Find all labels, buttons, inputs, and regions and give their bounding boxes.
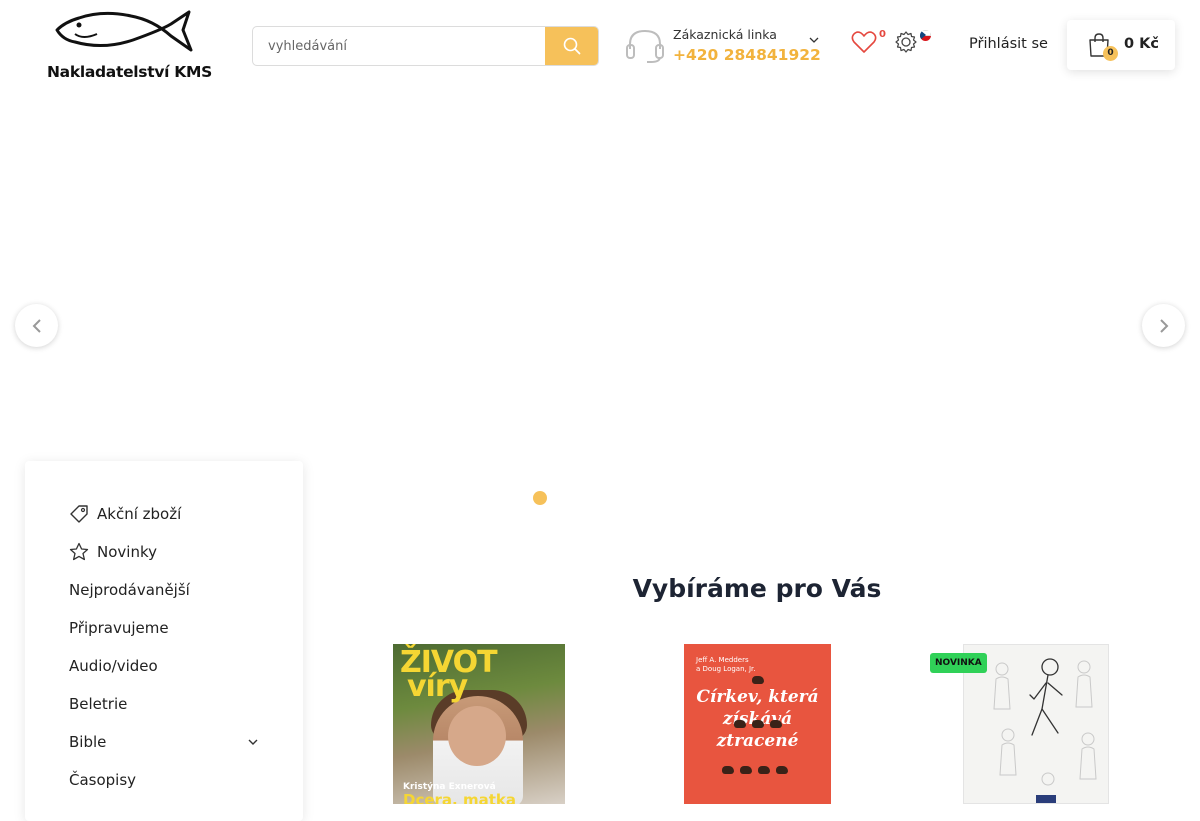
slider-next-button[interactable] — [1142, 304, 1185, 347]
gear-icon — [895, 31, 917, 53]
settings-button[interactable] — [894, 30, 934, 60]
logo-text: Nakladatelství KMS — [47, 63, 212, 81]
headset-icon — [626, 29, 664, 63]
star-icon — [69, 542, 89, 562]
sheep-illustration — [758, 766, 770, 774]
section-title: Vybíráme pro Vás — [632, 574, 882, 603]
category-akcni-zbozi[interactable]: Akční zboží — [69, 502, 181, 526]
sheep-illustration — [776, 766, 788, 774]
search-input[interactable] — [253, 27, 548, 65]
cover-author-2: a Doug Logan, Jr. — [696, 665, 756, 673]
category-label: Akční zboží — [97, 505, 182, 523]
sheep-illustration — [722, 766, 734, 774]
category-novinky[interactable]: Novinky — [69, 540, 157, 564]
product-cover-zivot-viry[interactable]: ŽIVOT víry Kristýna Exnerová Dcera, matk… — [393, 644, 565, 804]
wishlist-count: 0 — [879, 29, 886, 40]
slider-dot[interactable] — [533, 491, 547, 505]
sheep-illustration — [752, 720, 764, 728]
category-pripravujeme[interactable]: Připravujeme — [69, 616, 169, 640]
fish-logo-icon — [55, 10, 193, 52]
cover-author-1: Jeff A. Medders — [696, 656, 749, 664]
category-label: Bible — [69, 733, 107, 751]
hotline-title: Zákaznická linka — [673, 27, 777, 42]
category-nejprodavanejsi[interactable]: Nejprodávanější — [69, 578, 190, 602]
hotline-phone[interactable]: +420 284841922 — [673, 46, 821, 64]
chevron-left-icon — [32, 318, 41, 333]
cart-count-badge: 0 — [1103, 46, 1118, 61]
search-button[interactable] — [545, 27, 598, 65]
category-label: Připravujeme — [69, 619, 169, 637]
hero-slider — [0, 92, 1200, 512]
cover-title: Církev, která získává ztracené — [696, 687, 819, 751]
cover-photo-face — [448, 706, 506, 766]
login-link[interactable]: Přihlásit se — [969, 36, 1048, 52]
header: Nakladatelství KMS Zákaznická linka +420… — [0, 0, 1200, 92]
search-icon — [563, 37, 580, 55]
cover-author: Jeff A. Medders a Doug Logan, Jr. — [696, 656, 756, 674]
sheep-illustration — [752, 676, 764, 684]
czech-flag-icon — [920, 30, 931, 41]
slider-prev-button[interactable] — [15, 304, 58, 347]
category-label: Beletrie — [69, 695, 128, 713]
sheep-illustration — [770, 720, 782, 728]
product-cover-cirkev[interactable]: Jeff A. Medders a Doug Logan, Jr. Církev… — [684, 644, 831, 804]
tag-icon — [69, 504, 89, 524]
category-menu: Akční zboží Novinky Nejprodávanější Přip… — [25, 461, 303, 821]
logo[interactable]: Nakladatelství KMS — [47, 10, 212, 82]
chevron-right-icon — [1159, 318, 1168, 333]
category-label: Časopisy — [69, 771, 137, 789]
cover-title-2: víry — [407, 669, 468, 704]
cover-subtitle: Dcera, matka — [403, 791, 516, 804]
wishlist-button[interactable]: 0 — [851, 29, 887, 60]
search-box — [252, 26, 599, 66]
cart-total: 0 Kč — [1124, 36, 1159, 52]
new-badge: NOVINKA — [930, 653, 987, 673]
category-bible[interactable]: Bible — [69, 730, 106, 754]
category-audio-video[interactable]: Audio/video — [69, 654, 158, 678]
category-casopisy[interactable]: Časopisy — [69, 768, 136, 792]
category-label: Nejprodávanější — [69, 581, 190, 599]
chevron-down-icon — [809, 37, 819, 43]
cart-button[interactable]: 0 0 Kč — [1067, 20, 1175, 70]
category-label: Novinky — [97, 543, 157, 561]
sheep-illustration — [740, 766, 752, 774]
category-label: Audio/video — [69, 657, 158, 675]
chevron-down-icon[interactable] — [247, 736, 259, 748]
cover-illustration — [993, 658, 1097, 803]
heart-icon — [851, 31, 877, 53]
customer-hotline[interactable]: Zákaznická linka +420 284841922 — [625, 24, 825, 68]
category-beletrie[interactable]: Beletrie — [69, 692, 127, 716]
sheep-illustration — [734, 720, 746, 728]
